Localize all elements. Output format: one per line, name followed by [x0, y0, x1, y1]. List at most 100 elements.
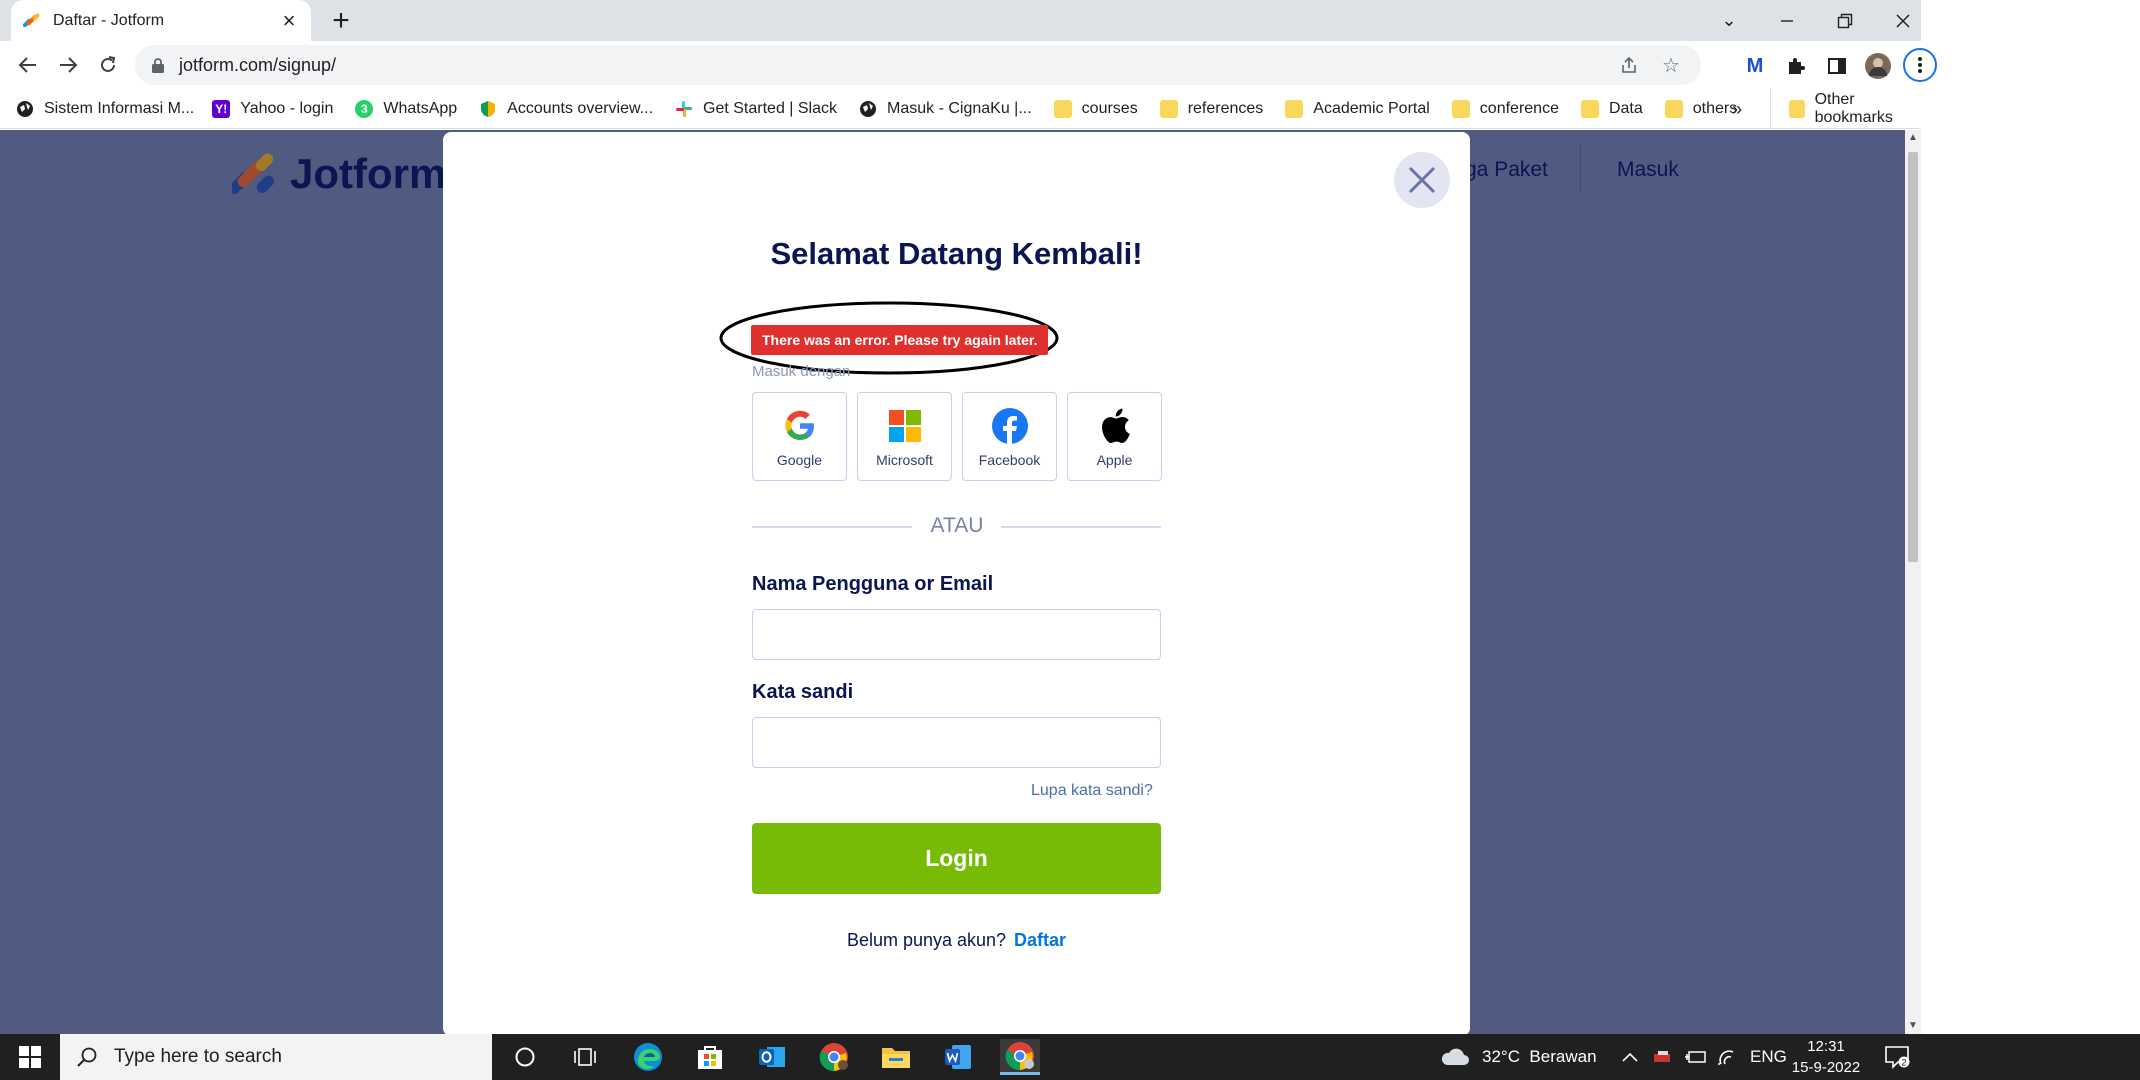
apple-login-button[interactable]: Apple — [1067, 392, 1162, 481]
yahoo-icon: Y! — [212, 99, 231, 118]
weather-widget[interactable]: 32°C Berawan — [1440, 1034, 1597, 1080]
chrome-active-icon[interactable] — [1000, 1039, 1040, 1075]
folder-icon — [1789, 100, 1805, 118]
restore-icon[interactable] — [1816, 0, 1874, 41]
bookmark-folder-references[interactable]: references — [1159, 99, 1263, 118]
side-panel-icon[interactable] — [1822, 51, 1852, 81]
modal-close-button[interactable] — [1394, 152, 1450, 208]
bookmark-label: Data — [1608, 99, 1643, 117]
password-input[interactable] — [752, 717, 1161, 768]
bookmark-cignaku[interactable]: Masuk - CignaKu |... — [859, 100, 1032, 118]
window-close-icon[interactable] — [1874, 0, 1932, 41]
file-explorer-icon[interactable] — [876, 1039, 916, 1075]
bookmark-sistem-informasi[interactable]: Sistem Informasi M... — [16, 100, 194, 118]
share-icon[interactable] — [1615, 51, 1643, 79]
word-icon[interactable] — [938, 1039, 978, 1075]
bookmark-folder-data[interactable]: Data — [1580, 99, 1643, 118]
bookmark-folder-conference[interactable]: conference — [1451, 99, 1559, 118]
microsoft-login-button[interactable]: Microsoft — [857, 392, 952, 481]
extensions-puzzle-icon[interactable] — [1781, 51, 1811, 81]
profile-avatar[interactable] — [1863, 51, 1893, 81]
show-hidden-icons-chevron-icon[interactable] — [1622, 1034, 1638, 1080]
apple-icon — [1097, 408, 1133, 444]
new-tab-icon[interactable]: + — [326, 6, 356, 36]
scrollbar-thumb[interactable] — [1908, 152, 1918, 562]
bookmark-label: others — [1692, 99, 1738, 117]
nav-pricing[interactable]: ga Paket — [1465, 158, 1548, 182]
divider-line-left — [752, 526, 912, 528]
login-button[interactable]: Login — [752, 823, 1161, 894]
error-message: There was an error. Please try again lat… — [751, 325, 1049, 355]
bookmark-label: Yahoo - login — [240, 99, 334, 117]
google-login-button[interactable]: Google — [752, 392, 847, 481]
bookmark-folder-academic-portal[interactable]: Academic Portal — [1285, 99, 1430, 118]
nav-login[interactable]: Masuk — [1617, 158, 1679, 182]
bookmark-label: Academic Portal — [1313, 99, 1430, 117]
chrome-menu-icon[interactable] — [1903, 48, 1937, 82]
bookmark-folder-courses[interactable]: courses — [1053, 99, 1138, 118]
usb-device-icon[interactable] — [1652, 1034, 1674, 1080]
jotform-logo-icon — [232, 153, 275, 195]
browser-tab[interactable]: Daftar - Jotform × — [11, 0, 311, 41]
windows-start-icon[interactable] — [0, 1034, 60, 1080]
bookmarks-bar: Sistem Informasi M... Y! Yahoo - login 3… — [0, 89, 1921, 129]
address-bar[interactable]: jotform.com/signup/ ☆ — [135, 45, 1701, 85]
taskbar-search-box[interactable]: Type here to search — [60, 1034, 492, 1080]
cloud-icon — [1441, 1048, 1469, 1065]
bookmark-star-icon[interactable]: ☆ — [1657, 51, 1685, 79]
outlook-icon[interactable] — [752, 1039, 792, 1075]
facebook-icon — [991, 408, 1028, 444]
taskbar-clock[interactable]: 12:31 15-9-2022 — [1790, 1036, 1862, 1078]
bookmark-folder-others[interactable]: others — [1664, 99, 1738, 118]
bookmark-label: Accounts overview... — [507, 99, 654, 117]
clock-date: 15-9-2022 — [1791, 1059, 1861, 1076]
back-arrow-icon[interactable] — [10, 47, 46, 83]
edge-icon[interactable] — [628, 1039, 668, 1075]
login-modal: Selamat Datang Kembali! There was an err… — [443, 132, 1470, 1036]
bookmark-label: courses — [1081, 99, 1138, 117]
jotform-logo[interactable]: Jotform — [232, 150, 446, 198]
bookmark-slack[interactable]: Get Started | Slack — [675, 100, 837, 118]
forward-arrow-icon[interactable] — [50, 47, 86, 83]
notification-center-icon[interactable]: 2 — [1884, 1034, 1910, 1080]
folder-icon — [1285, 99, 1304, 118]
bookmark-yahoo[interactable]: Y! Yahoo - login — [212, 99, 334, 118]
chrome-profile-icon[interactable] — [814, 1039, 854, 1075]
cortana-icon[interactable] — [505, 1039, 545, 1075]
globe-icon — [859, 100, 877, 118]
bookmark-whatsapp[interactable]: 3 WhatsApp — [355, 99, 457, 118]
forgot-password-link[interactable]: Lupa kata sandi? — [1031, 782, 1153, 800]
reload-icon[interactable] — [90, 47, 126, 83]
username-label: Nama Pengguna or Email — [752, 573, 994, 595]
microsoft-store-icon[interactable] — [690, 1039, 730, 1075]
tab-close-icon[interactable]: × — [279, 8, 299, 34]
username-email-input[interactable] — [752, 609, 1161, 660]
malwarebytes-extension-icon[interactable]: M — [1740, 51, 1770, 81]
clock-time: 12:31 — [1807, 1038, 1845, 1055]
url-text: jotform.com/signup/ — [179, 54, 337, 75]
lock-icon — [152, 58, 164, 73]
password-label: Kata sandi — [752, 681, 854, 703]
battery-plug-icon[interactable] — [1684, 1034, 1706, 1080]
signup-link[interactable]: Daftar — [1014, 930, 1066, 950]
tab-search-chevron-icon[interactable]: ⌄ — [1700, 0, 1758, 41]
divider-line-right — [1001, 526, 1161, 528]
page-scrollbar[interactable]: ▲ ▼ — [1905, 130, 1921, 1034]
more-bookmarks-chevron[interactable]: » — [1732, 89, 1742, 129]
signup-row: Belum punya akun? Daftar — [443, 930, 1470, 951]
other-bookmarks-folder[interactable]: Other bookmarks — [1770, 89, 1921, 129]
input-language[interactable]: ENG — [1750, 1034, 1787, 1080]
nav-divider — [1580, 146, 1581, 192]
scroll-up-arrow-icon[interactable]: ▲ — [1905, 130, 1921, 146]
whatsapp-icon: 3 — [355, 99, 374, 118]
social-label: Microsoft — [876, 452, 933, 468]
task-view-icon[interactable] — [566, 1039, 606, 1075]
scroll-down-arrow-icon[interactable]: ▼ — [1905, 1018, 1921, 1034]
bookmark-label: Get Started | Slack — [703, 99, 838, 117]
facebook-login-button[interactable]: Facebook — [962, 392, 1057, 481]
bookmark-accounts-overview[interactable]: Accounts overview... — [479, 100, 653, 118]
divider-or-text: ATAU — [930, 514, 984, 537]
minimize-icon[interactable] — [1758, 0, 1816, 41]
wifi-icon[interactable] — [1716, 1034, 1738, 1080]
folder-icon — [1664, 99, 1683, 118]
